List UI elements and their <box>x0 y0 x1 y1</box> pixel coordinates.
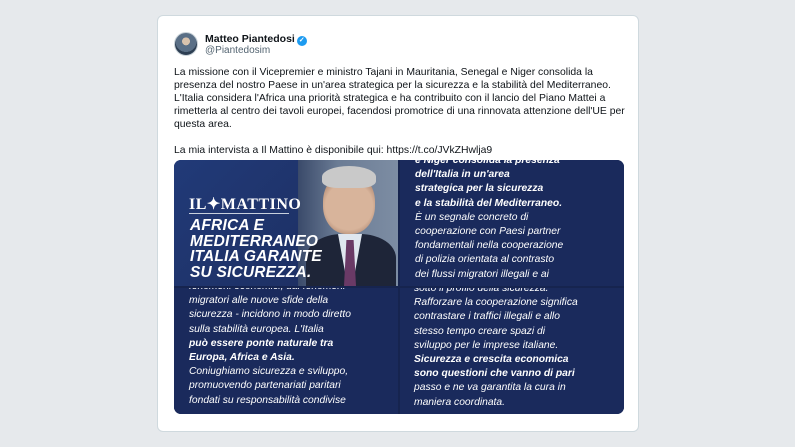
article-line: dell'Italia in un'area <box>415 169 510 181</box>
newspaper-logo: IL✦MATTINO <box>189 196 302 213</box>
article-line: può essere ponte naturale tra <box>189 337 334 349</box>
tweet-text-line: questa area. <box>174 119 232 130</box>
article-line: promuovendo partenariati paritari <box>189 380 341 392</box>
article-line: sulla stabilità europea. L'Italia <box>189 323 324 335</box>
article-text: e Niger consolida la presenza dell'Italia… <box>415 160 563 282</box>
tweet-text-link-line[interactable]: La mia intervista a Il Mattino è disponi… <box>174 144 626 157</box>
media-panel-headline: IL✦MATTINO AFRICA E MEDITERRANEO ITALIA … <box>174 160 398 286</box>
verified-badge-icon: ✓ <box>296 36 307 46</box>
article-line: dei flussi migratori illegali e ai <box>415 268 549 280</box>
headline-line: SU SICUREZZA. <box>190 263 312 281</box>
article-line: sicurezza - incidono in modo diretto <box>189 309 351 321</box>
article-line: Sicurezza e crescita economica <box>414 354 569 366</box>
article-line: migratori alle nuove sfide della <box>189 295 329 307</box>
tweet-card: Matteo Piantedosi ✓ @Piantedosim La missi… <box>157 15 639 432</box>
article-line: sviluppo per le imprese italiane. <box>414 339 559 351</box>
article-line: passo e ne va garantita la cura in <box>414 382 566 394</box>
article-line: contrastare i traffici illegali e allo <box>414 311 560 323</box>
article-line: stesso tempo creare spazi di <box>414 325 546 337</box>
article-line: fondati su responsabilità condivise <box>189 394 346 406</box>
tweet-text-line: presenza del nostro Paese in un'area str… <box>174 80 611 91</box>
headline-line: MEDITERRANEO <box>190 232 319 250</box>
logo-divider <box>189 213 289 214</box>
media-panel-top-right: e Niger consolida la presenza dell'Italia… <box>400 160 624 286</box>
article-text: fenomeni economici, dai fenomenimigrator… <box>189 288 351 408</box>
author-name-text[interactable]: Matteo Piantedosi <box>205 33 295 45</box>
article-line: maniera coordinata. <box>414 396 506 408</box>
media-panel-bottom-right: sotto il profilo della sicurezza. Rafforz… <box>400 288 624 414</box>
tweet-text-line: L'Italia considera l'Africa una priorità… <box>174 93 606 104</box>
tweet-text-line: rimetterla al centro dei tavoli europei,… <box>174 106 625 117</box>
article-line: È un segnale concreto di <box>415 211 529 223</box>
article-line: cooperazione con Paesi partner <box>415 226 561 238</box>
article-line: Europa, Africa e Asia. <box>189 352 295 364</box>
headline-line: ITALIA GARANTE <box>190 248 322 265</box>
tweet-text: La missione con il Vicepremier e ministr… <box>174 66 626 157</box>
article-line: di polizia orientata al contrasto <box>415 254 555 266</box>
tweet-text-line: La missione con il Vicepremier e ministr… <box>174 67 593 78</box>
newspaper-headline: AFRICA E MEDITERRANEO ITALIA GARANTE SU … <box>190 218 322 280</box>
article-line: strategica per la sicurezza <box>415 183 544 195</box>
article-line: e Niger consolida la presenza <box>415 160 560 166</box>
author-handle[interactable]: @Piantedosim <box>205 45 270 56</box>
article-text: sotto il profilo della sicurezza. Rafforz… <box>414 288 578 410</box>
article-line: fondamentali nella cooperazione <box>415 240 564 252</box>
article-line: sono questioni che vanno di pari <box>414 368 575 380</box>
tweet-media-image[interactable]: IL✦MATTINO AFRICA E MEDITERRANEO ITALIA … <box>174 160 624 414</box>
article-line: Rafforzare la cooperazione significa <box>414 297 578 309</box>
avatar[interactable] <box>174 32 198 56</box>
article-line: Coniughiamo sicurezza e sviluppo, <box>189 366 349 378</box>
media-panel-bottom-left: fenomeni economici, dai fenomenimigrator… <box>174 288 398 414</box>
article-line: sotto il profilo della sicurezza. <box>414 288 549 294</box>
headline-line: AFRICA E <box>190 217 265 234</box>
article-line: e la stabilità del Mediterraneo. <box>415 197 563 209</box>
